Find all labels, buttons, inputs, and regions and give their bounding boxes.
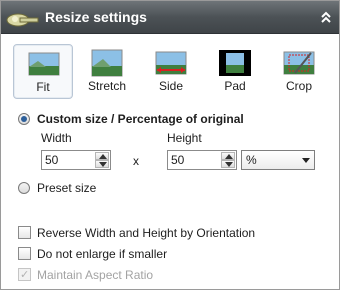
height-increment-button[interactable] [221, 152, 235, 160]
fit-icon [28, 52, 60, 76]
resize-settings-panel: Resize settings Fit Stretch Side Pad Cro… [0, 0, 340, 290]
panel-header[interactable]: Resize settings [1, 1, 339, 34]
side-icon [155, 51, 187, 75]
pad-icon [219, 50, 251, 76]
width-value: 50 [45, 153, 59, 167]
reverse-orientation-checkbox[interactable] [18, 226, 31, 239]
crop-icon [283, 51, 315, 75]
mode-crop-button[interactable]: Crop [269, 44, 329, 99]
width-input[interactable]: 50 [41, 150, 111, 170]
resize-mode-bar: Fit Stretch Side Pad Crop [13, 44, 329, 100]
checkmark-icon: ✓ [20, 269, 30, 281]
mode-label: Stretch [87, 79, 126, 93]
height-input[interactable]: 50 [167, 150, 237, 170]
no-enlarge-label: Do not enlarge if smaller [37, 247, 168, 261]
mode-label: Side [158, 79, 184, 93]
mode-label: Fit [36, 80, 50, 94]
mode-pad-button[interactable]: Pad [205, 44, 265, 99]
width-increment-button[interactable] [95, 152, 109, 160]
unit-value: % [246, 153, 257, 167]
size-separator: x [133, 154, 139, 168]
unit-select[interactable]: % [241, 150, 315, 170]
height-value: 50 [171, 153, 185, 167]
height-label: Height [167, 131, 202, 145]
custom-size-radio[interactable] [18, 113, 30, 125]
height-decrement-button[interactable] [221, 160, 235, 168]
mode-label: Crop [285, 79, 312, 93]
maintain-aspect-checkbox: ✓ [18, 268, 31, 281]
mode-label: Pad [224, 79, 246, 93]
preset-size-label: Preset size [37, 181, 97, 195]
width-label: Width [41, 131, 72, 145]
arrow-up-icon [99, 154, 107, 159]
chevron-down-icon [302, 158, 310, 163]
ruler-wrench-icon [6, 13, 39, 27]
no-enlarge-checkbox[interactable] [18, 247, 31, 260]
double-chevron-up-icon[interactable] [319, 9, 333, 25]
arrow-down-icon [225, 162, 233, 167]
mode-side-button[interactable]: Side [141, 44, 201, 99]
arrow-up-icon [225, 154, 233, 159]
preset-size-radio[interactable] [18, 182, 30, 194]
mode-stretch-button[interactable]: Stretch [77, 44, 137, 99]
stretch-icon [91, 49, 123, 77]
mode-fit-button[interactable]: Fit [13, 44, 73, 99]
reverse-orientation-label: Reverse Width and Height by Orientation [37, 226, 256, 240]
arrow-down-icon [99, 162, 107, 167]
maintain-aspect-label: Maintain Aspect Ratio [37, 268, 154, 282]
panel-title: Resize settings [45, 9, 147, 25]
custom-size-label: Custom size / Percentage of original [37, 112, 244, 126]
width-decrement-button[interactable] [95, 160, 109, 168]
